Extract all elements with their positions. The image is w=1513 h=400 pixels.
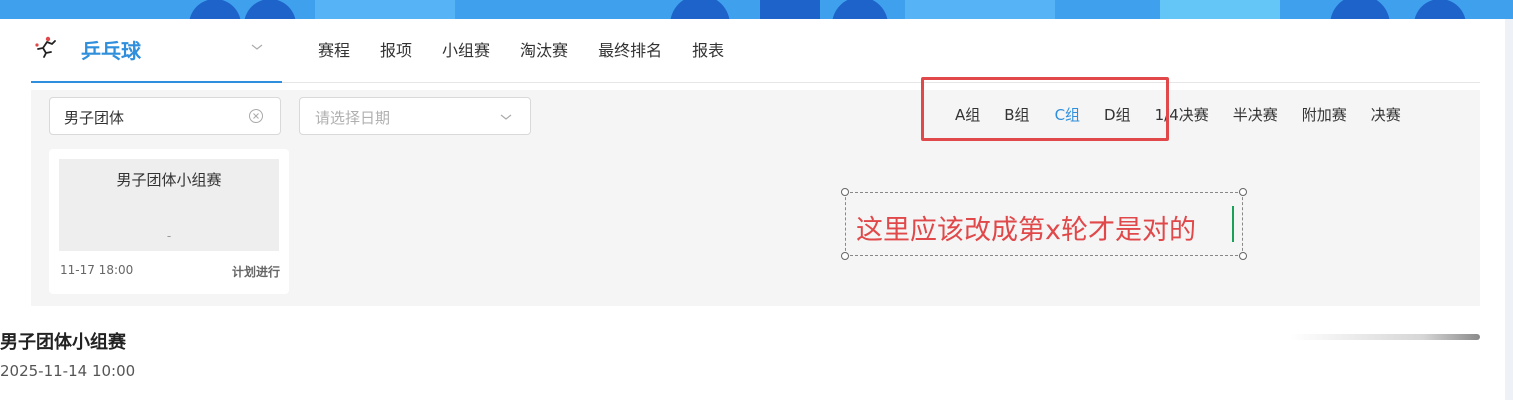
sport-selector[interactable]: 乒乓球: [31, 19, 282, 83]
horizontal-scrollbar[interactable]: [1290, 334, 1480, 340]
clear-circle-icon[interactable]: [248, 108, 264, 124]
chevron-down-icon: [251, 44, 263, 50]
event-select[interactable]: 男子团体: [49, 97, 281, 135]
section-date: 2025-11-14 10:00: [0, 362, 136, 380]
resize-handle-bottom-right[interactable]: [1239, 252, 1247, 260]
decorative-banner: [0, 0, 1513, 19]
match-card[interactable]: 男子团体小组赛 - 11-17 18:00 计划进行: [49, 149, 289, 294]
tab-final-ranking[interactable]: 最终排名: [598, 37, 662, 61]
resize-handle-top-right[interactable]: [1239, 188, 1247, 196]
sport-name: 乒乓球: [81, 39, 141, 63]
main-tabs: 赛程 报项 小组赛 淘汰赛 最终排名 报表: [318, 37, 754, 61]
highlight-box: [921, 77, 1169, 141]
date-select[interactable]: 请选择日期: [299, 97, 531, 135]
scroll-gutter: [1505, 19, 1513, 400]
match-time: 11-17 18:00: [60, 263, 134, 277]
annotation-text: 这里应该改成第x轮才是对的: [856, 215, 1196, 246]
match-card-body: 男子团体小组赛 -: [59, 159, 279, 251]
resize-handle-bottom-left[interactable]: [841, 252, 849, 260]
annotation-textbox[interactable]: 这里应该改成第x轮才是对的: [845, 192, 1243, 256]
stage-playoff[interactable]: 附加赛: [1302, 104, 1347, 125]
header-divider: [282, 82, 1480, 83]
tab-schedule[interactable]: 赛程: [318, 37, 350, 61]
tab-reports[interactable]: 报表: [692, 37, 724, 61]
stage-final[interactable]: 决赛: [1371, 104, 1401, 125]
resize-handle-top-left[interactable]: [841, 188, 849, 196]
chevron-down-icon: [500, 114, 512, 120]
match-status: 计划进行: [231, 265, 280, 279]
tab-group-stage[interactable]: 小组赛: [442, 37, 490, 61]
match-score: -: [166, 229, 172, 243]
date-select-placeholder: 请选择日期: [315, 109, 391, 127]
match-title: 男子团体小组赛: [116, 171, 222, 189]
section-title: 男子团体小组赛: [0, 332, 126, 353]
event-select-value: 男子团体: [64, 109, 125, 127]
tab-knockout[interactable]: 淘汰赛: [520, 37, 568, 61]
tab-registration[interactable]: 报项: [380, 37, 412, 61]
stage-semifinal[interactable]: 半决赛: [1233, 104, 1278, 125]
text-caret: [1232, 206, 1234, 242]
table-tennis-player-icon: [35, 36, 56, 58]
